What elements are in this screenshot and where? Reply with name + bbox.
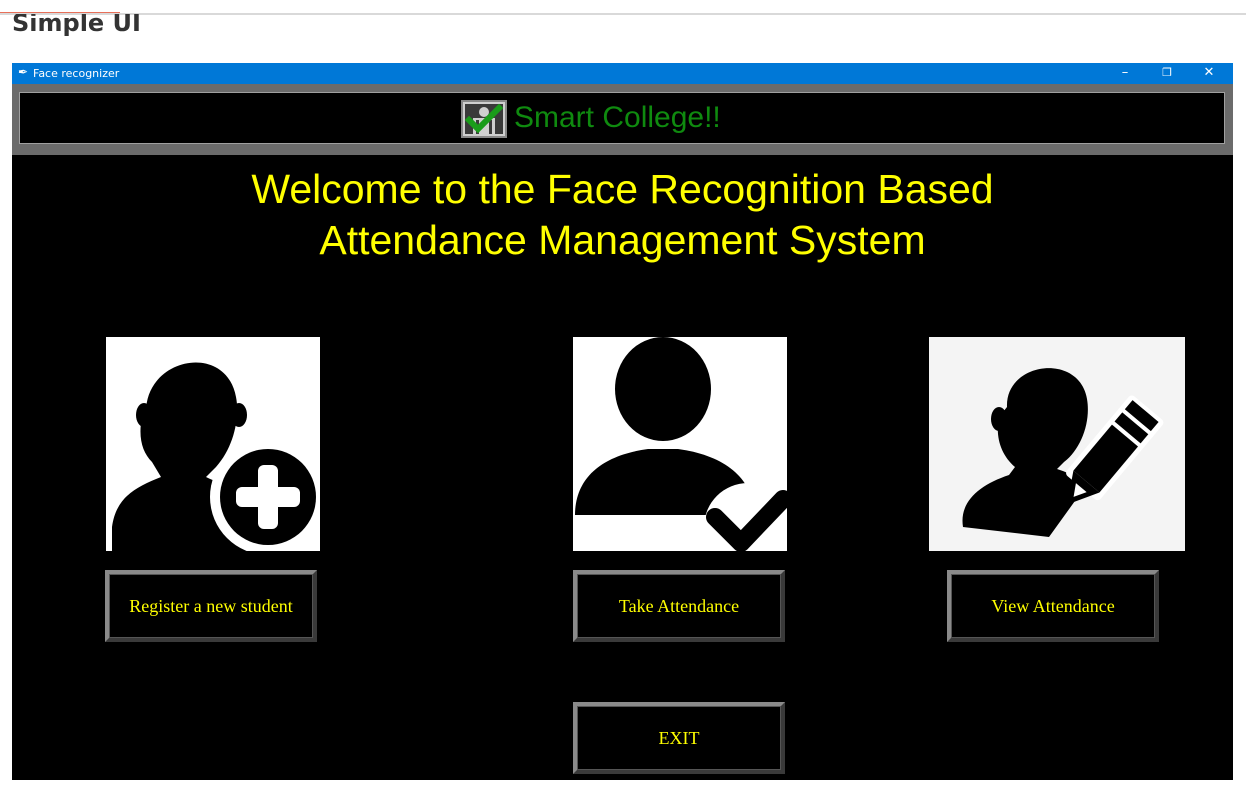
welcome-line-1: Welcome to the Face Recognition Based xyxy=(251,166,994,212)
feather-icon: ✒ xyxy=(18,65,29,79)
view-attendance-button[interactable]: View Attendance xyxy=(947,570,1159,642)
banner-frame: Smart College!! xyxy=(12,84,1233,155)
view-attendance-image xyxy=(929,337,1185,551)
register-student-icon xyxy=(112,362,320,551)
register-student-button[interactable]: Register a new student xyxy=(105,570,317,642)
banner: Smart College!! xyxy=(19,92,1225,144)
maximize-button[interactable]: ❐ xyxy=(1147,63,1187,84)
take-attendance-icon xyxy=(575,337,787,551)
close-button[interactable]: ✕ xyxy=(1189,63,1229,84)
minimize-button[interactable]: – xyxy=(1105,63,1145,84)
welcome-line-2: Attendance Management System xyxy=(319,217,926,263)
app-window: ✒ Face recognizer – ❐ ✕ Smart College!! … xyxy=(12,63,1233,780)
attendance-logo-icon xyxy=(461,100,507,138)
exit-button[interactable]: EXIT xyxy=(573,702,785,774)
take-attendance-image xyxy=(573,337,787,551)
top-divider xyxy=(0,13,1246,15)
view-attendance-icon xyxy=(962,368,1164,537)
window-titlebar[interactable]: ✒ Face recognizer – ❐ ✕ xyxy=(12,63,1233,84)
window-title: Face recognizer xyxy=(33,67,120,80)
welcome-heading: Welcome to the Face Recognition Based At… xyxy=(12,164,1233,266)
banner-title: Smart College!! xyxy=(514,101,721,134)
register-student-image xyxy=(106,337,320,551)
take-attendance-button[interactable]: Take Attendance xyxy=(573,570,785,642)
